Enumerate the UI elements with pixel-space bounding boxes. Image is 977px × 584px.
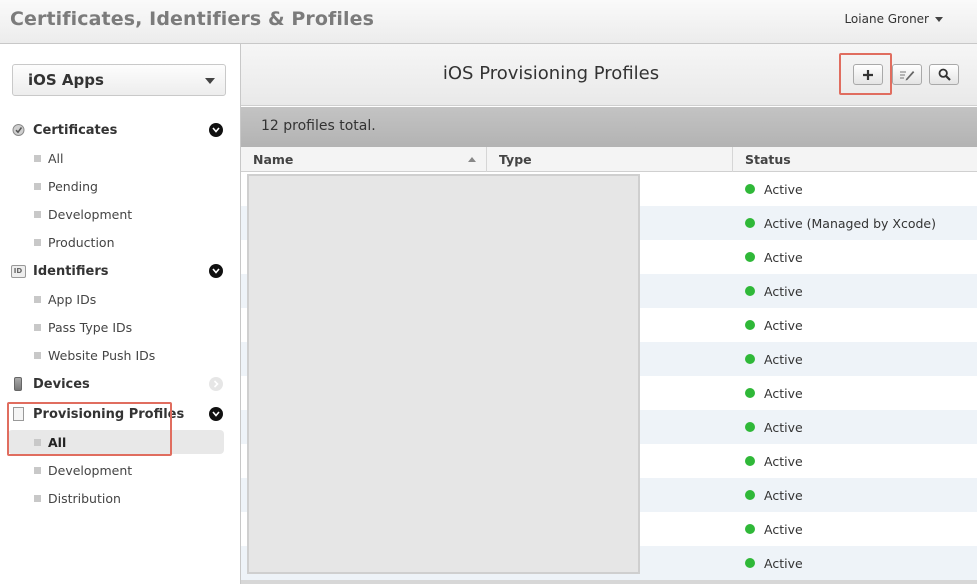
status-active-icon — [745, 490, 755, 500]
user-menu[interactable]: Loiane Groner — [844, 12, 943, 26]
status-active-icon — [745, 320, 755, 330]
column-header-status[interactable]: Status — [733, 147, 977, 172]
sidebar: iOS Apps Certificates All Pending Develo… — [0, 44, 241, 584]
sidebar-section-devices[interactable]: Devices — [0, 372, 241, 396]
chevron-down-icon — [205, 78, 215, 84]
bullet-icon — [34, 295, 41, 303]
sidebar-section-provisioning-profiles[interactable]: Provisioning Profiles — [0, 402, 241, 426]
table-header: Name Type Status — [241, 147, 977, 172]
bullet-icon — [34, 438, 41, 446]
sidebar-item-profiles-development[interactable]: Development — [8, 458, 224, 482]
sidebar-section-label: Devices — [33, 376, 90, 392]
sidebar-item-label: Production — [48, 234, 115, 250]
chevron-down-icon[interactable] — [209, 407, 223, 421]
column-header-name[interactable]: Name — [241, 147, 487, 172]
sidebar-item-label: All — [48, 150, 64, 166]
sidebar-item-certificates-development[interactable]: Development — [8, 202, 224, 226]
status-active-icon — [745, 184, 755, 194]
user-name: Loiane Groner — [844, 12, 929, 26]
sidebar-section-certificates[interactable]: Certificates — [0, 118, 241, 142]
sidebar-section-label: Certificates — [33, 122, 118, 138]
top-header: Certificates, Identifiers & Profiles Loi… — [0, 0, 977, 44]
status-text: Active — [764, 249, 803, 265]
sidebar-item-label: Development — [48, 462, 133, 478]
sidebar-item-label: Pending — [48, 178, 98, 194]
search-icon — [938, 68, 951, 81]
chevron-down-icon — [935, 16, 943, 22]
page-title: iOS Provisioning Profiles — [442, 63, 660, 84]
sidebar-item-pass-type-ids[interactable]: Pass Type IDs — [8, 315, 224, 339]
bullet-icon — [34, 154, 41, 162]
sidebar-item-certificates-pending[interactable]: Pending — [8, 174, 224, 198]
status-active-icon — [745, 354, 755, 364]
chevron-down-icon[interactable] — [209, 123, 223, 137]
status-text: Active — [764, 555, 803, 571]
main-header: iOS Provisioning Profiles — [241, 44, 977, 106]
sort-ascending-icon — [468, 157, 476, 162]
column-header-type[interactable]: Type — [487, 147, 733, 172]
sidebar-section-label: Identifiers — [33, 263, 109, 279]
main-panel: iOS Provisioning Profiles 12 profiles to… — [241, 44, 977, 584]
chevron-down-icon[interactable] — [209, 264, 223, 278]
bullet-icon — [34, 466, 41, 474]
sidebar-item-label: App IDs — [48, 291, 97, 307]
status-active-icon — [745, 558, 755, 568]
profile-icon — [10, 406, 26, 422]
sidebar-item-label: Pass Type IDs — [48, 319, 133, 335]
status-active-icon — [745, 422, 755, 432]
redacted-region — [247, 174, 640, 574]
sidebar-section-label: Provisioning Profiles — [33, 406, 185, 422]
status-active-icon — [745, 524, 755, 534]
sidebar-item-website-push-ids[interactable]: Website Push IDs — [8, 343, 224, 367]
status-text: Active — [764, 351, 803, 367]
status-text: Active — [764, 521, 803, 537]
sidebar-item-app-ids[interactable]: App IDs — [8, 287, 224, 311]
status-text: Active — [764, 385, 803, 401]
status-text: Active — [764, 453, 803, 469]
platform-select[interactable]: iOS Apps — [12, 64, 226, 96]
chevron-right-icon[interactable] — [209, 377, 223, 391]
bullet-icon — [34, 494, 41, 502]
add-button[interactable] — [853, 64, 883, 85]
platform-select-value: iOS Apps — [28, 71, 104, 89]
status-text: Active — [764, 487, 803, 503]
sidebar-item-label: All — [48, 434, 67, 450]
status-active-icon — [745, 252, 755, 262]
status-active-icon — [745, 286, 755, 296]
status-active-icon — [745, 456, 755, 466]
status-text: Active — [764, 317, 803, 333]
sidebar-item-profiles-distribution[interactable]: Distribution — [8, 486, 224, 510]
summary-bar: 12 profiles total. — [241, 107, 977, 147]
status-text: Active — [764, 181, 803, 197]
search-button[interactable] — [929, 64, 959, 85]
profiles-count: 12 profiles total. — [261, 118, 376, 134]
bullet-icon — [34, 182, 41, 190]
edit-icon — [900, 70, 915, 80]
sidebar-item-label: Website Push IDs — [48, 347, 156, 363]
status-text: Active — [764, 283, 803, 299]
bullet-icon — [34, 210, 41, 218]
sidebar-section-identifiers[interactable]: ID Identifiers — [0, 259, 241, 283]
bullet-icon — [34, 238, 41, 246]
edit-button[interactable] — [892, 64, 922, 85]
sidebar-item-certificates-all[interactable]: All — [8, 146, 224, 170]
sidebar-item-label: Distribution — [48, 490, 121, 506]
bullet-icon — [34, 351, 41, 359]
id-icon: ID — [10, 263, 26, 279]
status-text: Active — [764, 419, 803, 435]
device-icon — [10, 376, 26, 392]
status-active-icon — [745, 388, 755, 398]
app-title: Certificates, Identifiers & Profiles — [10, 8, 375, 30]
sidebar-item-label: Development — [48, 206, 133, 222]
status-text: Active (Managed by Xcode) — [764, 215, 936, 231]
certificate-icon — [10, 122, 26, 138]
bullet-icon — [34, 323, 41, 331]
table-bottom-border — [241, 580, 977, 584]
sidebar-item-certificates-production[interactable]: Production — [8, 230, 224, 254]
add-icon — [863, 69, 873, 80]
sidebar-item-profiles-all[interactable]: All — [8, 430, 224, 454]
status-active-icon — [745, 218, 755, 228]
